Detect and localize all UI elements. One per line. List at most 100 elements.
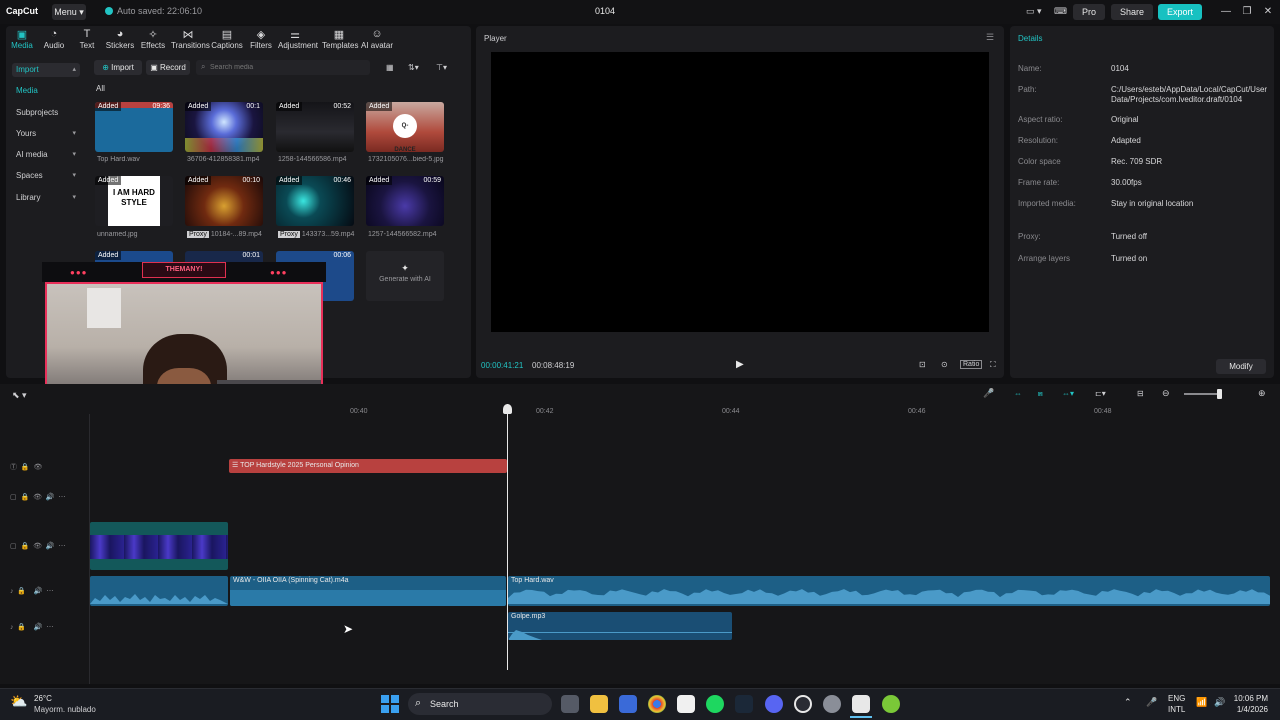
sidebar-item-spaces[interactable]: Spaces ▾ [12, 169, 80, 183]
wifi-icon[interactable]: 📶 [1196, 697, 1207, 708]
playhead-handle[interactable] [503, 404, 512, 414]
capcut-taskbar-icon[interactable] [852, 695, 870, 713]
layout-icon[interactable]: ▭ ▾ [1026, 6, 1042, 17]
magnet-icon[interactable]: ⩎ [1038, 389, 1043, 399]
audio-clip-golpe[interactable]: Golpe.mp3 [508, 612, 732, 640]
zoom-out-icon[interactable]: ⊖ [1162, 388, 1170, 399]
lang-label[interactable]: ENG [1168, 694, 1185, 703]
windows-start-icon[interactable] [381, 695, 399, 713]
toolbar-stickers[interactable]: ◕ Stickers [103, 28, 137, 50]
zoom-slider[interactable] [1184, 393, 1220, 395]
toolbar-captions[interactable]: ▤ Captions [210, 28, 244, 50]
sidebar-item-yours[interactable]: Yours ▾ [12, 127, 80, 141]
notion-icon[interactable] [677, 695, 695, 713]
audio-clip-pre[interactable] [90, 576, 228, 606]
snap-icon[interactable]: ⇔▾ [1062, 389, 1074, 398]
obs-icon[interactable] [794, 695, 812, 713]
sidebar-item-library[interactable]: Library ▾ [12, 191, 80, 205]
ratio-button[interactable]: Ratio [960, 360, 983, 369]
audio-clip-oiia[interactable]: W&W - OIIA OIIA (Spinning Cat).m4a [230, 576, 506, 606]
media-item-1258[interactable]: Added 00:52 [276, 102, 354, 152]
maximize-icon[interactable]: ❐ [1239, 4, 1255, 20]
pro-button[interactable]: Pro [1073, 4, 1105, 20]
search-media-input[interactable] [210, 61, 360, 73]
search-media-field[interactable]: ⌕ [196, 60, 370, 75]
media-item-143373[interactable]: Added 00:46 [276, 176, 354, 226]
media-item-10184[interactable]: Added 00:10 [185, 176, 263, 226]
sidebar-item-import[interactable]: Import ▴ [12, 63, 80, 77]
media-item-unnamed[interactable]: I AM HARD STYLE Added [95, 176, 173, 226]
spotify-icon[interactable] [706, 695, 724, 713]
discord-icon[interactable] [765, 695, 783, 713]
text-track-controls[interactable]: Ⓣ 🔒 👁 [10, 462, 42, 472]
menu-button[interactable]: Menu ▾ [52, 4, 86, 20]
fit-icon[interactable]: ⊡ [919, 360, 926, 369]
store-icon[interactable] [619, 695, 637, 713]
playhead[interactable] [507, 404, 508, 670]
link-icon[interactable]: ⇔ [1014, 389, 1022, 398]
caption-icon[interactable]: ⊟ [1137, 389, 1144, 398]
import-button[interactable]: ⊕ Import [94, 60, 142, 75]
toolbar-effects[interactable]: ✧ Effects [136, 28, 170, 50]
media-item-1257[interactable]: Added 00:59 [366, 176, 444, 226]
toolbar-transitions[interactable]: ⋈ Transitions [171, 28, 210, 50]
toolbar-media[interactable]: ▣ Media [5, 28, 39, 50]
minimize-icon[interactable]: — [1218, 4, 1234, 20]
sidebar-item-subprojects[interactable]: Subprojects [12, 106, 80, 120]
toolbar-adjustment[interactable]: ⚌ Adjustment [278, 28, 318, 50]
video-clip[interactable] [90, 522, 228, 570]
audio-track-2-controls[interactable]: ♪ 🔒 🔊 ⋯ [10, 623, 54, 631]
media-item-1732105076[interactable]: Q-DANCE Added [366, 102, 444, 152]
task-view-icon[interactable] [561, 695, 579, 713]
track-2-controls[interactable]: ▢ 🔒 👁 🔊 ⋯ [10, 493, 66, 501]
shortcuts-icon[interactable]: ⌨ [1054, 6, 1067, 17]
weather-icon[interactable]: ⛅ [10, 693, 32, 711]
media-item-top-hard[interactable]: Added 09:36 [95, 102, 173, 152]
export-button[interactable]: Export [1158, 4, 1202, 20]
audio-clip-top-hard[interactable]: Top Hard.wav [508, 576, 1270, 606]
player-menu-icon[interactable]: ☰ [986, 32, 994, 43]
fullscreen-icon[interactable]: ⛶ [990, 360, 996, 370]
toolbar-audio[interactable]: ◔ Audio [37, 28, 71, 50]
audio-track-1-controls[interactable]: ♪ 🔒 🔊 ⋯ [10, 587, 54, 595]
filter-icon[interactable]: ⊤▾ [436, 63, 447, 72]
all-filter[interactable]: All [96, 84, 105, 93]
toolbar-filters[interactable]: ◈ Filters [244, 28, 278, 50]
file-explorer-icon[interactable] [590, 695, 608, 713]
zoom-slider-handle[interactable] [1217, 389, 1222, 399]
select-tool-icon[interactable]: ⬉ ▾ [12, 390, 27, 401]
close-icon[interactable]: ✕ [1260, 4, 1276, 20]
modify-button[interactable]: Modify [1216, 359, 1266, 374]
share-button[interactable]: Share [1111, 4, 1153, 20]
toolbar-ai-avatar[interactable]: ☺ AI avatar [360, 28, 394, 50]
microphone-icon[interactable]: 🎤 [983, 388, 994, 399]
tray-chevron-icon[interactable]: ⌃ [1124, 697, 1132, 708]
current-time: 00:00:41:21 [481, 361, 524, 370]
player-viewport[interactable] [491, 52, 989, 332]
toolbar-templates[interactable]: ▦ Templates [322, 28, 358, 50]
volume-icon[interactable]: 🔊 [1214, 697, 1225, 708]
chat-app-icon[interactable] [882, 695, 900, 713]
video-track-controls[interactable]: ▢ 🔒 👁 🔊 ⋯ [10, 542, 66, 550]
settings-icon[interactable] [823, 695, 841, 713]
sort-icon[interactable]: ⇅▾ [408, 63, 419, 72]
toolbar-text[interactable]: T Text [70, 28, 104, 50]
record-button[interactable]: ▣ Record [146, 60, 190, 75]
play-icon[interactable]: ▶ [736, 359, 744, 370]
chrome-icon[interactable] [648, 695, 666, 713]
sidebar-item-media[interactable]: Media [12, 84, 80, 98]
text-clip[interactable]: ☰ TOP Hardstyle 2025 Personal Opinion [229, 459, 507, 473]
grid-view-icon[interactable]: ▦ [386, 63, 394, 72]
sidebar-item-ai-media[interactable]: AI media ▾ [12, 148, 80, 162]
lang-sublabel[interactable]: INTL [1168, 705, 1185, 714]
taskbar-search[interactable]: ⌕ Search [408, 693, 552, 715]
zoom-in-icon[interactable]: ⊕ [1258, 388, 1266, 399]
tray-mic-icon[interactable]: 🎤 [1146, 697, 1157, 708]
clock-time[interactable]: 10:06 PM [1228, 694, 1268, 703]
preview-axis-icon[interactable]: ⊏▾ [1095, 389, 1106, 398]
steam-icon[interactable] [735, 695, 753, 713]
clock-date[interactable]: 1/4/2026 [1228, 705, 1268, 714]
generate-ai-button[interactable]: ✦ Generate with AI [366, 251, 444, 301]
media-item-36706[interactable]: Added 00:1 [185, 102, 263, 152]
zoom-icon[interactable]: ⊙ [941, 360, 948, 369]
